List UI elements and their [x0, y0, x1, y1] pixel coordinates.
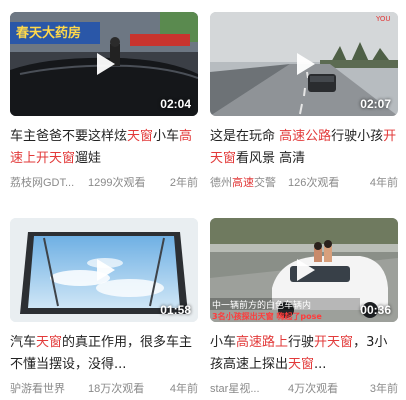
video-title[interactable]: 小车高速路上行驶开天窗，3小孩高速上探出天窗... [210, 332, 398, 376]
title-highlight: 高速路上 [236, 335, 289, 350]
upload-age: 3年前 [369, 383, 398, 395]
video-source[interactable]: 驴游看世界 [10, 380, 65, 396]
title-highlight: 开天窗 [314, 335, 354, 350]
title-highlight: 天窗 [288, 357, 315, 372]
video-meta: 德州高速交警 126次观看 4年前 [210, 174, 398, 190]
video-duration: 01:58 [160, 303, 191, 317]
upload-age: 4年前 [169, 383, 198, 395]
title-highlight: 天窗 [127, 129, 154, 144]
video-source[interactable]: 德州高速交警 [210, 174, 276, 190]
video-card[interactable]: 01:58 汽车天窗的真正作用，很多车主不懂当摆设，没得... 驴游看世界 18… [10, 218, 198, 396]
video-duration: 02:07 [360, 97, 391, 111]
view-count: 18万次观看 [88, 383, 145, 395]
title-text: 行驶 [288, 335, 315, 350]
video-meta: 驴游看世界 18万次观看 4年前 [10, 380, 198, 396]
video-title[interactable]: 汽车天窗的真正作用，很多车主不懂当摆设，没得... [10, 332, 198, 376]
title-highlight: 天窗 [36, 335, 63, 350]
title-text: 小车 [153, 129, 180, 144]
title-text: 行驶小孩 [331, 129, 384, 144]
upload-age: 4年前 [369, 177, 398, 189]
thumbnail-logo-text: YOU [375, 15, 391, 23]
view-count: 4万次观看 [288, 383, 339, 395]
video-card[interactable]: YOU 02:07 这是在玩命 高速公路行驶小孩开天窗看风景 高清 德州高速交警… [210, 12, 398, 190]
title-text: 这是在玩命 [210, 129, 280, 144]
video-meta: 荔枝网GDT... 1299次观看 2年前 [10, 174, 198, 190]
source-text: 交警 [254, 177, 276, 189]
play-icon[interactable] [297, 53, 315, 75]
video-meta: star星视... 4万次观看 3年前 [210, 380, 398, 396]
thumbnail-caption: 3名小孩探出天窗 嗨起了pose [212, 311, 322, 321]
title-text: 小车 [210, 335, 237, 350]
title-text: 遛娃 [75, 151, 102, 166]
thumbnail-caption: 中一辆前方的白色车辆内 [212, 299, 311, 311]
title-text: 汽车 [10, 335, 37, 350]
video-duration: 00:36 [360, 303, 391, 317]
play-icon[interactable] [97, 259, 115, 281]
video-source[interactable]: 荔枝网GDT... [10, 174, 74, 190]
video-title[interactable]: 这是在玩命 高速公路行驶小孩开天窗看风景 高清 [210, 126, 398, 170]
video-title[interactable]: 车主爸爸不要这样炫天窗小车高速上开天窗遛娃 [10, 126, 198, 170]
title-highlight: 高速公路 [279, 129, 332, 144]
view-count: 1299次观看 [88, 177, 146, 189]
title-text: 车主爸爸不要这样炫 [10, 129, 128, 144]
video-card[interactable]: 中一辆前方的白色车辆内 3名小孩探出天窗 嗨起了pose 00:36 小车高速路… [210, 218, 398, 396]
video-thumbnail[interactable]: 春天大药房 02:04 [10, 12, 198, 116]
title-text: 看风景 高清 [236, 151, 306, 166]
video-thumbnail[interactable]: 01:58 [10, 218, 198, 322]
source-highlight: 高速 [232, 177, 254, 189]
view-count: 126次观看 [288, 177, 340, 189]
source-text: 德州 [210, 177, 232, 189]
play-icon[interactable] [97, 53, 115, 75]
video-source[interactable]: star星视... [210, 380, 260, 396]
upload-age: 2年前 [169, 177, 198, 189]
video-card[interactable]: 春天大药房 02:04 车主爸爸不要这样炫天窗小车高速上开天窗遛娃 荔枝网GDT… [10, 12, 198, 190]
video-duration: 02:04 [160, 97, 191, 111]
video-thumbnail[interactable]: YOU 02:07 [210, 12, 398, 116]
video-thumbnail[interactable]: 中一辆前方的白色车辆内 3名小孩探出天窗 嗨起了pose 00:36 [210, 218, 398, 322]
thumbnail-sign-text: 春天大药房 [15, 25, 81, 41]
play-icon[interactable] [297, 259, 315, 281]
title-text: ... [314, 357, 327, 372]
